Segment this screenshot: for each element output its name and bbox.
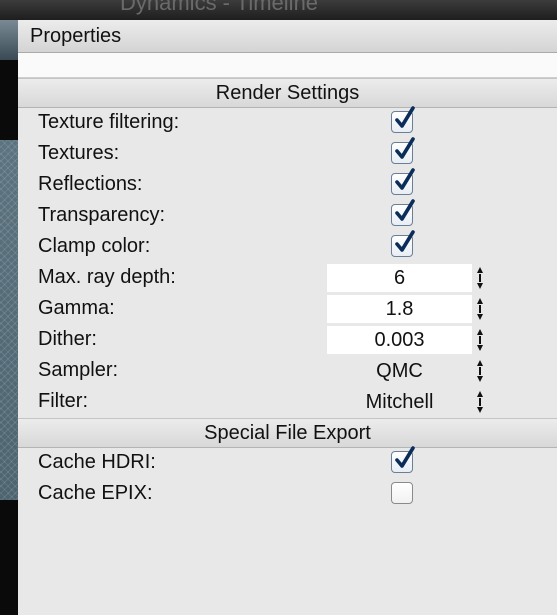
row-texture-filtering: Texture filtering: [18, 106, 557, 139]
checkmark-icon [395, 137, 415, 159]
stepper-up-icon[interactable] [477, 329, 483, 335]
stepper-down-icon[interactable] [477, 345, 483, 351]
properties-panel: Properties Render Settings Texture filte… [18, 20, 557, 615]
panel-blank-area [18, 53, 557, 78]
clamp-color-label: Clamp color: [38, 235, 151, 257]
sampler-label: Sampler: [38, 359, 119, 381]
gamma-label: Gamma: [38, 297, 115, 319]
filter-select[interactable]: Mitchell [327, 388, 472, 416]
row-dither: Dither: 0.003 [18, 325, 557, 356]
reflections-label: Reflections: [38, 173, 143, 195]
transparency-checkbox[interactable] [391, 199, 415, 226]
cache-epix-label: Cache EPIX: [38, 482, 153, 504]
filter-label: Filter: [38, 390, 88, 412]
panel-title: Properties [30, 25, 122, 47]
row-filter: Filter: Mitchell [18, 387, 557, 418]
cache-hdri-label: Cache HDRI: [38, 451, 156, 473]
row-cache-epix: Cache EPIX: [18, 479, 557, 510]
row-reflections: Reflections: [18, 168, 557, 201]
window-titlebar: Dynamics - Timeline [0, 0, 557, 20]
popup-down-icon [477, 376, 483, 382]
viewport-strip[interactable] [0, 20, 18, 615]
popup-up-icon [477, 360, 483, 366]
checkmark-icon [395, 199, 415, 221]
stepper-divider [479, 274, 481, 282]
stepper-divider [479, 367, 481, 375]
viewport-top-shade [0, 20, 18, 60]
row-transparency: Transparency: [18, 199, 557, 232]
stepper-down-icon[interactable] [477, 314, 483, 320]
gamma-stepper[interactable] [474, 296, 486, 322]
checkmark-icon [395, 230, 415, 252]
dither-label: Dither: [38, 328, 97, 350]
textures-checkbox[interactable] [391, 137, 415, 164]
sampler-select[interactable]: QMC [327, 357, 472, 385]
stepper-up-icon[interactable] [477, 298, 483, 304]
dither-input[interactable]: 0.003 [327, 326, 472, 354]
stepper-up-icon[interactable] [477, 267, 483, 273]
row-clamp-color: Clamp color: [18, 230, 557, 263]
popup-up-icon [477, 391, 483, 397]
textures-label: Textures: [38, 142, 120, 164]
row-gamma: Gamma: 1.8 [18, 294, 557, 325]
filter-popup-arrows[interactable] [474, 389, 486, 415]
reflections-checkbox[interactable] [391, 168, 415, 195]
section-special-file-export[interactable]: Special File Export [18, 418, 557, 448]
dither-stepper[interactable] [474, 327, 486, 353]
texture-filtering-label: Texture filtering: [38, 111, 180, 133]
cache-hdri-checkbox[interactable] [391, 446, 415, 473]
cache-epix-checkbox[interactable] [391, 482, 413, 504]
checkmark-icon [395, 168, 415, 190]
popup-down-icon [477, 407, 483, 413]
stepper-divider [479, 305, 481, 313]
max-ray-depth-input[interactable]: 6 [327, 264, 472, 292]
stepper-divider [479, 336, 481, 344]
section-render-settings[interactable]: Render Settings [18, 78, 557, 108]
stepper-down-icon[interactable] [477, 283, 483, 289]
clamp-color-checkbox[interactable] [391, 230, 415, 257]
checkmark-icon [395, 106, 415, 128]
max-ray-depth-label: Max. ray depth: [38, 266, 176, 288]
sampler-popup-arrows[interactable] [474, 358, 486, 384]
stepper-divider [479, 398, 481, 406]
transparency-label: Transparency: [38, 204, 166, 226]
texture-filtering-checkbox[interactable] [391, 106, 415, 133]
window-title: Dynamics - Timeline [120, 0, 319, 15]
gamma-input[interactable]: 1.8 [327, 295, 472, 323]
checkmark-icon [395, 446, 415, 468]
panel-header: Properties [18, 20, 557, 53]
row-cache-hdri: Cache HDRI: [18, 446, 557, 479]
viewport-grid [0, 140, 18, 500]
row-max-ray-depth: Max. ray depth: 6 [18, 263, 557, 294]
row-textures: Textures: [18, 137, 557, 170]
row-sampler: Sampler: QMC [18, 356, 557, 387]
max-ray-depth-stepper[interactable] [474, 265, 486, 291]
